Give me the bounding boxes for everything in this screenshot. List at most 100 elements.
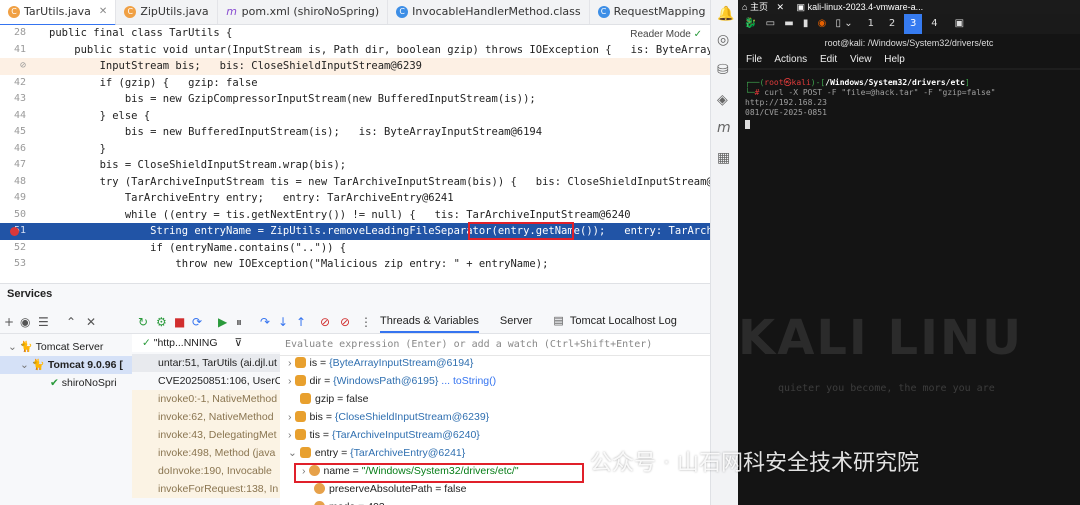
thread-selector[interactable]: ✓ "http...NNING ⊽ xyxy=(132,334,280,352)
frame-item[interactable]: invoke:43, DelegatingMet xyxy=(132,426,280,444)
notifications-icon[interactable]: 🔔 xyxy=(717,6,734,22)
close-icon[interactable]: ✕ xyxy=(99,0,107,24)
add-icon[interactable]: + xyxy=(4,315,14,329)
intellij-ide: C TarUtils.java ✕ C ZipUtils.java m pom.… xyxy=(0,0,710,505)
workspace-3[interactable]: 3 xyxy=(904,14,923,34)
tab-ziputils[interactable]: C ZipUtils.java xyxy=(116,0,218,24)
tab-tomcat-localhost-log[interactable]: Tomcat Localhost Log xyxy=(570,315,677,327)
workspace-4[interactable]: 4 xyxy=(925,14,943,34)
maven-icon: m xyxy=(226,5,237,18)
tab-tarutils[interactable]: C TarUtils.java ✕ xyxy=(0,0,117,26)
tab-pom[interactable]: m pom.xml (shiroNoSpring) xyxy=(218,0,389,24)
variable-row[interactable]: gzip = false xyxy=(300,390,710,408)
desktop-icon[interactable]: ▭ xyxy=(766,18,775,29)
menu-actions[interactable]: Actions xyxy=(774,54,807,65)
frame-item[interactable]: untar:51, TarUtils (ai.djl.ut xyxy=(132,354,280,372)
debug-icon[interactable]: ⚙ xyxy=(156,315,167,329)
frame-item[interactable]: invoke:62, NativeMethod xyxy=(132,408,280,426)
frame-item[interactable]: CVE20250851:106, UserC xyxy=(132,372,280,390)
terminal-output[interactable]: ┌──(root㉿kali)-[/Windows/System32/driver… xyxy=(738,70,1080,505)
line-number: 49 xyxy=(13,192,26,203)
frame-item[interactable]: doInvoke:190, Invocable xyxy=(132,462,280,480)
evaluate-expression-input[interactable]: Evaluate expression (Enter) or add a wat… xyxy=(280,334,710,356)
tree-item-tomcat-9[interactable]: ⌄ 🐈 Tomcat 9.0.96 [ xyxy=(0,356,132,374)
to-string-link[interactable]: ... toString() xyxy=(441,375,496,387)
more-icon[interactable]: ⋮ xyxy=(360,315,372,329)
kali-menu-icon[interactable]: 🐉 xyxy=(744,18,756,29)
frame-item[interactable]: invokeForRequest:138, In xyxy=(132,480,280,498)
terminal-icon[interactable]: ▮ xyxy=(803,18,809,29)
filter-icon[interactable]: ⊽ xyxy=(234,337,242,349)
stop-icon[interactable]: ■ xyxy=(174,315,185,329)
firefox-icon[interactable]: ◉ xyxy=(818,18,827,29)
expand-icon[interactable]: ⌃ xyxy=(66,315,76,329)
rerun-icon[interactable]: ↻ xyxy=(138,315,148,329)
group-icon[interactable]: ☰ xyxy=(38,315,49,329)
vm-tab-bar: ⌂ 主页 ✕ ▣ kali-linux-2023.4-vmware-a... xyxy=(738,0,1080,14)
tab-server[interactable]: Server xyxy=(500,315,532,327)
variable-row[interactable]: › is = {ByteArrayInputStream@6194} xyxy=(288,354,710,372)
variable-row[interactable]: › dir = {WindowsPath@6195} ... toString() xyxy=(288,372,710,390)
terminal-icon[interactable]: ▯ xyxy=(836,18,842,29)
code-line: 44 } else { xyxy=(0,108,710,125)
variable-icon xyxy=(294,429,306,440)
variable-row[interactable]: mode = 493 xyxy=(314,498,710,505)
workspace-1[interactable]: 1 xyxy=(862,14,880,34)
var-name: tis xyxy=(309,429,321,441)
vm-tab-kali[interactable]: kali-linux-2023.4-vmware-a... xyxy=(808,2,924,12)
tomcat-icon: 🐈 xyxy=(19,341,33,353)
plugin-icon[interactable]: ◈ xyxy=(717,92,728,108)
breakpoint-icon[interactable] xyxy=(10,227,19,236)
menu-help[interactable]: Help xyxy=(884,54,905,65)
code-line: 47 bis = CloseShieldInputStream.wrap(bis… xyxy=(0,157,710,174)
menu-edit[interactable]: Edit xyxy=(820,54,837,65)
vm-tab-home[interactable]: 主页 xyxy=(750,2,768,12)
step-over-icon[interactable]: ↷ xyxy=(260,315,270,329)
chevron-down-icon[interactable]: ⌄ xyxy=(20,359,29,371)
window-icon[interactable]: ▣ xyxy=(955,18,964,29)
close-icon[interactable]: ✕ xyxy=(776,2,784,12)
pause-icon[interactable]: ⏸ xyxy=(236,315,242,330)
view-icon[interactable]: ◉ xyxy=(20,315,30,329)
database-icon[interactable]: ⛁ xyxy=(717,62,729,78)
tab-threads-variables[interactable]: Threads & Variables xyxy=(380,315,479,333)
tree-item-shironospring[interactable]: ✔ shiroNoSpri xyxy=(50,374,117,392)
chevron-right-icon[interactable]: › xyxy=(288,375,292,387)
file-manager-icon[interactable]: ▬ xyxy=(784,18,793,29)
chevron-down-icon[interactable]: ⌄ xyxy=(844,18,852,29)
ai-assistant-icon[interactable]: ◎ xyxy=(717,32,729,48)
chevron-down-icon[interactable]: ⌄ xyxy=(8,341,17,353)
code-line: 53 throw new IOException("Malicious zip … xyxy=(0,256,710,273)
menu-file[interactable]: File xyxy=(746,54,762,65)
step-out-icon[interactable]: ↑ xyxy=(296,315,306,329)
collapse-icon[interactable]: ✕ xyxy=(86,315,96,329)
maven-icon[interactable]: m xyxy=(717,120,731,136)
tree-item-tomcat-server[interactable]: ⌄ 🐈 Tomcat Server xyxy=(8,338,103,356)
menu-view[interactable]: View xyxy=(850,54,872,65)
restart-icon[interactable]: ⟳ xyxy=(192,315,202,329)
step-into-icon[interactable]: ↓ xyxy=(278,315,288,329)
code-editor[interactable]: Reader Mode ✓ 28 public final class TarUt… xyxy=(0,25,710,270)
cursor xyxy=(745,120,750,129)
var-value: false xyxy=(346,393,369,405)
chevron-down-icon[interactable]: ⌄ xyxy=(288,447,297,459)
view-breakpoints-icon[interactable]: ⊘ xyxy=(320,315,330,329)
tab-requestmapping[interactable]: C RequestMapping xyxy=(590,0,710,24)
var-value: {CloseShieldInputStream@6239} xyxy=(334,411,490,423)
resume-icon[interactable]: ▶ xyxy=(218,315,227,329)
kali-wallpaper-text: KALI LINU xyxy=(738,310,1024,366)
variable-row[interactable]: preserveAbsolutePath = false xyxy=(314,480,710,498)
chevron-right-icon[interactable]: › xyxy=(288,411,292,423)
chevron-right-icon[interactable]: › xyxy=(288,429,292,441)
tab-invocablehandlermethod[interactable]: C InvocableHandlerMethod.class xyxy=(388,0,590,24)
variable-row[interactable]: › tis = {TarArchiveInputStream@6240} xyxy=(288,426,710,444)
mute-breakpoints-icon[interactable]: ⊘ xyxy=(340,315,350,329)
chevron-right-icon[interactable]: › xyxy=(288,357,292,369)
frame-item[interactable]: invoke:498, Method (java xyxy=(132,444,280,462)
tab-label: ZipUtils.java xyxy=(140,5,209,18)
structure-icon[interactable]: ▦ xyxy=(717,150,730,166)
workspace-2[interactable]: 2 xyxy=(883,14,901,34)
variable-row[interactable]: › bis = {CloseShieldInputStream@6239} xyxy=(288,408,710,426)
frame-item[interactable]: invoke0:-1, NativeMethod xyxy=(132,390,280,408)
frame-label: doInvoke:190, Invocable xyxy=(158,465,272,477)
